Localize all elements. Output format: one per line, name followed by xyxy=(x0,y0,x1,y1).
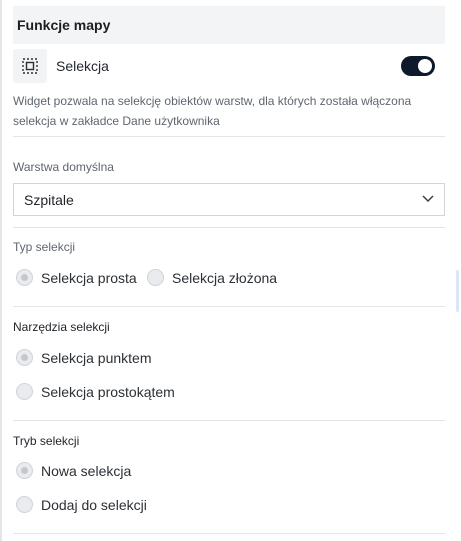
radio-label: Selekcja punktem xyxy=(41,349,152,366)
radio-add-to-selection[interactable]: Dodaj do selekcji xyxy=(16,496,147,513)
radio-label: Dodaj do selekcji xyxy=(41,496,147,513)
radio-label: Nowa selekcja xyxy=(41,462,132,479)
selection-description: Widget pozwala na selekcję obiektów wars… xyxy=(13,94,412,128)
selection-tools-label: Narzędzia selekcji xyxy=(13,320,110,334)
radio-rectangle-selection[interactable]: Selekcja prostokątem xyxy=(16,383,175,400)
selection-label: Selekcja xyxy=(56,58,109,74)
divider xyxy=(13,533,445,534)
radio-point-selection[interactable]: Selekcja punktem xyxy=(16,349,152,366)
radio-button[interactable] xyxy=(16,496,33,513)
default-layer-value: Szpitale xyxy=(24,191,74,208)
section-header: Funkcje mapy xyxy=(13,6,445,44)
radio-button-checked[interactable] xyxy=(16,462,33,479)
radio-new-selection[interactable]: Nowa selekcja xyxy=(16,462,131,479)
divider xyxy=(13,136,445,137)
radio-button[interactable] xyxy=(147,269,164,286)
default-layer-dropdown[interactable]: Szpitale xyxy=(13,183,445,216)
radio-button-checked[interactable] xyxy=(16,269,33,286)
section-title: Funkcje mapy xyxy=(17,17,111,33)
divider xyxy=(13,420,445,421)
default-layer-label: Warstwa domyślna xyxy=(13,160,114,174)
radio-button[interactable] xyxy=(16,383,33,400)
radio-label: Selekcja prostokątem xyxy=(41,383,175,400)
divider xyxy=(13,306,445,307)
selection-type-label: Typ selekcji xyxy=(13,240,76,254)
radio-label: Selekcja złożona xyxy=(172,269,278,286)
toggle-knob xyxy=(418,59,432,73)
radio-simple-selection[interactable]: Selekcja prosta xyxy=(16,269,137,286)
panel-left-border xyxy=(0,0,2,541)
radio-button-checked[interactable] xyxy=(16,349,33,366)
selection-mode-label: Tryb selekcji xyxy=(13,434,80,448)
divider xyxy=(13,227,445,228)
selection-feature-row: Selekcja xyxy=(13,49,445,83)
selection-toggle[interactable] xyxy=(401,56,435,76)
radio-label: Selekcja prosta xyxy=(41,269,137,286)
chevron-down-icon xyxy=(422,195,434,203)
scrollbar-thumb[interactable] xyxy=(456,270,459,312)
radio-complex-selection[interactable]: Selekcja złożona xyxy=(147,269,277,286)
selection-box-icon xyxy=(13,49,47,83)
